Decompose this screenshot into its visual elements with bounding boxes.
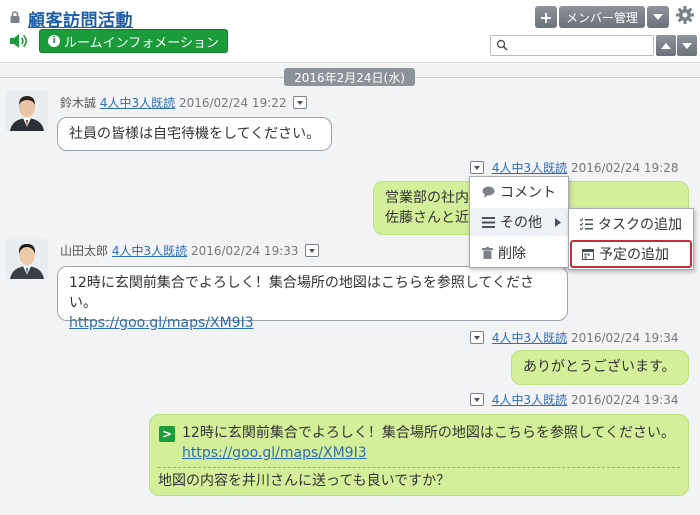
timestamp: 2016/02/24 19:34 (570, 393, 679, 407)
avatar[interactable] (6, 239, 48, 279)
message-meta: 4人中3人既読 2016/02/24 19:34 (470, 391, 679, 408)
search-prev-button[interactable] (656, 35, 676, 56)
gear-icon[interactable] (675, 5, 695, 25)
menu-item-add-task[interactable]: タスクの追加 (570, 210, 692, 238)
menu-item-comment[interactable]: コメント (470, 178, 568, 206)
member-dropdown-button[interactable] (647, 6, 669, 28)
room-info-label: ルームインフォメーション (64, 35, 219, 51)
other-submenu: タスクの追加 予定の追加 (568, 208, 694, 270)
avatar-yamada-image (6, 239, 48, 279)
info-icon: i (48, 35, 60, 47)
read-status-link[interactable]: 4人中3人既読 (492, 331, 567, 345)
menu-item-label: 予定の追加 (599, 247, 669, 263)
message-bubble: 12時に玄関前集合でよろしく！集合場所の地図はこちらを参照してください。 htt… (57, 266, 568, 331)
task-list-icon (580, 218, 593, 230)
message-text: 地図の内容を井川さんに送っても良いですか？ (158, 473, 451, 489)
menu-item-add-schedule[interactable]: 予定の追加 (570, 240, 692, 268)
message-context-menu: コメント その他 削除 (469, 176, 569, 268)
message-menu-button[interactable] (470, 161, 484, 174)
avatar[interactable] (6, 91, 48, 131)
avatar-suzuki-image (6, 91, 48, 131)
menu-item-label: その他 (500, 215, 542, 231)
message-text: ありがとうございます。 (523, 359, 676, 375)
chevron-up-icon (661, 42, 671, 49)
search-icon (496, 39, 508, 51)
room-title[interactable]: 顧客訪問活動 (28, 6, 133, 31)
message-bubble: 社員の皆様は自宅待機をしてください。 (57, 117, 333, 151)
message-menu-button[interactable] (470, 393, 484, 406)
search-next-button[interactable] (677, 35, 697, 56)
quote-icon: > (159, 426, 175, 442)
search-input[interactable] (511, 37, 649, 54)
read-status-link[interactable]: 4人中3人既読 (492, 161, 567, 175)
chevron-right-icon (555, 217, 561, 227)
speaker-icon[interactable] (8, 32, 28, 50)
menu-item-delete[interactable]: 削除 (470, 239, 568, 267)
add-button[interactable]: + (535, 6, 557, 28)
lock-icon (10, 11, 20, 23)
quoted-text: 12時に玄関前集合でよろしく！集合場所の地図はこちらを参照してください。 (182, 425, 675, 441)
read-status-link[interactable]: 4人中3人既読 (492, 393, 567, 407)
member-management-button[interactable]: メンバー管理 (559, 6, 645, 28)
message-bubble: ありがとうございます。 (511, 350, 689, 385)
timestamp: 2016/02/24 19:33 (190, 244, 299, 258)
sender-name: 山田太郎 (60, 244, 109, 258)
room-info-button[interactable]: i ルームインフォメーション (39, 29, 228, 53)
quote-separator (158, 467, 680, 468)
message-bubble: > 12時に玄関前集合でよろしく！集合場所の地図はこちらを参照してください。 h… (149, 414, 689, 496)
read-status-link[interactable]: 4人中3人既読 (112, 244, 187, 258)
search-box[interactable] (490, 35, 654, 56)
message-meta: 4人中3人既読 2016/02/24 19:34 (470, 329, 679, 346)
message-text: 12時に玄関前集合でよろしく！集合場所の地図はこちらを参照してください。 (69, 275, 534, 311)
speech-bubble-icon (482, 186, 495, 198)
trash-icon (482, 247, 493, 259)
quoted-link[interactable]: https://goo.gl/maps/XM9I3 (182, 443, 367, 463)
timestamp: 2016/02/24 19:34 (570, 331, 679, 345)
message-menu-button[interactable] (305, 244, 320, 257)
list-icon (482, 216, 495, 228)
message-meta: 鈴木誠 4人中3人既読 2016/02/24 19:22 (60, 94, 308, 111)
message-meta: 4人中3人既読 2016/02/24 19:28 (470, 159, 679, 176)
message-menu-button[interactable] (470, 331, 484, 344)
menu-item-label: タスクの追加 (598, 217, 682, 233)
timestamp: 2016/02/24 19:28 (570, 161, 679, 175)
menu-item-label: 削除 (498, 246, 526, 262)
timestamp: 2016/02/24 19:22 (178, 96, 287, 110)
menu-item-label: コメント (500, 185, 556, 201)
date-divider: 2016年2月24日(水) (284, 68, 415, 86)
room-header: 顧客訪問活動 i ルームインフォメーション + メンバー管理 (0, 0, 700, 63)
sender-name: 鈴木誠 (60, 96, 97, 110)
read-status-link[interactable]: 4人中3人既読 (100, 96, 175, 110)
menu-item-other[interactable]: その他 (470, 208, 568, 236)
message-meta: 山田太郎 4人中3人既読 2016/02/24 19:33 (60, 242, 320, 259)
message-text: 社員の皆様は自宅待機をしてください。 (69, 126, 321, 142)
chevron-down-icon (682, 42, 692, 49)
message-menu-button[interactable] (293, 96, 308, 109)
chevron-down-icon (653, 14, 663, 20)
calendar-icon (582, 249, 594, 260)
